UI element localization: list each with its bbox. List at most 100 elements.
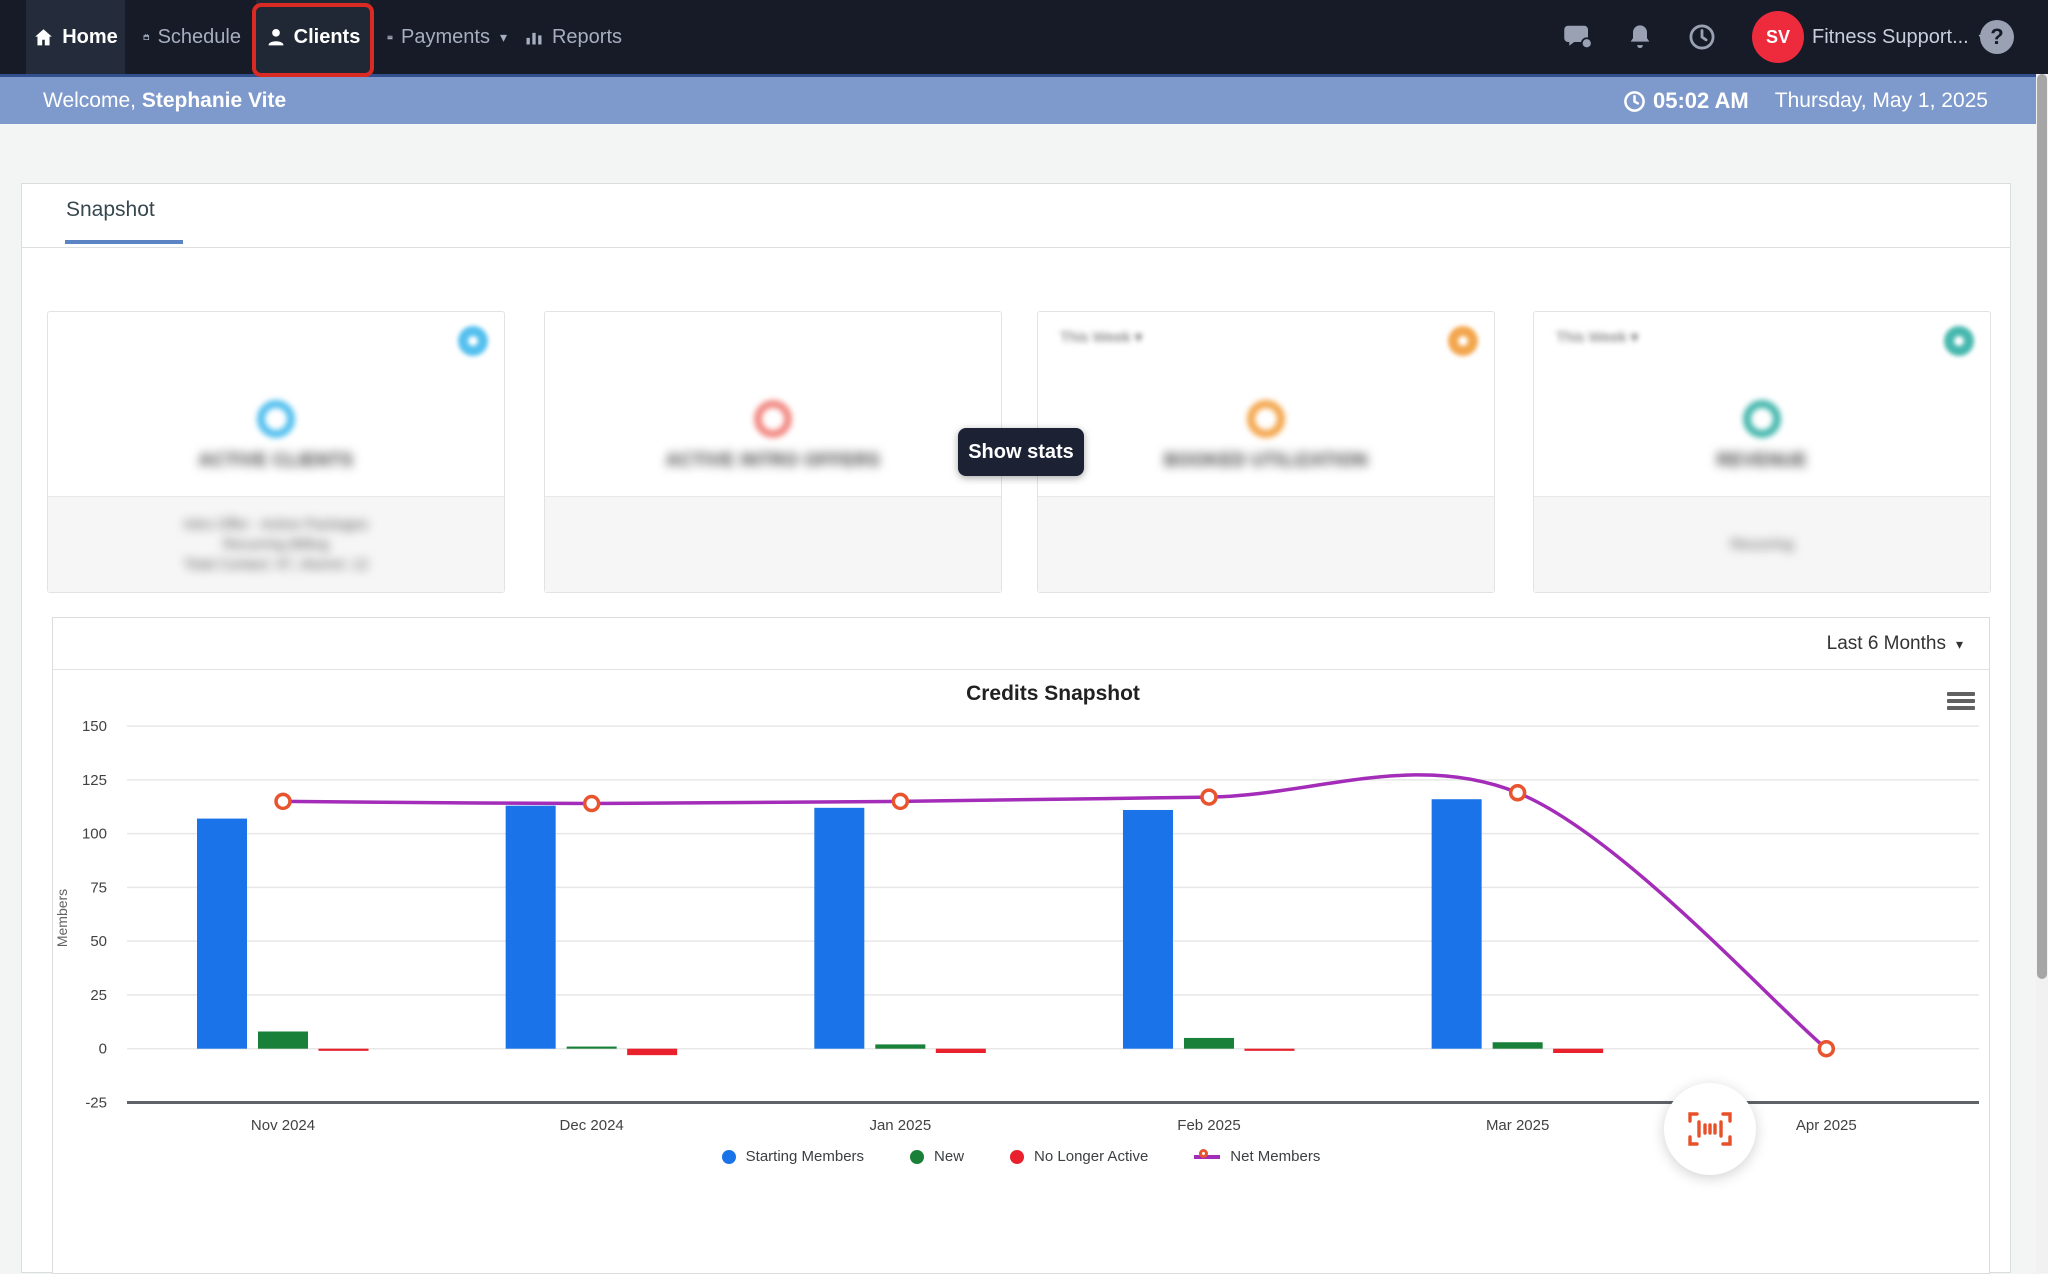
x-tick-label: Jan 2025 — [869, 1117, 931, 1134]
current-date: Thursday, May 1, 2025 — [1774, 89, 1988, 112]
person-icon — [268, 29, 284, 46]
bell-icon — [1630, 25, 1650, 49]
net-members-marker — [891, 792, 910, 811]
floating-brand-widget[interactable] — [1664, 1083, 1756, 1175]
stat-card-title: BOOKED UTILIZATION — [1164, 450, 1368, 470]
donut-indicator — [1247, 400, 1285, 438]
y-tick-label: -25 — [85, 1094, 107, 1111]
period-dropdown[interactable]: This Week ▾ — [1060, 328, 1142, 346]
stat-card-action-icon[interactable] — [458, 326, 488, 356]
donut-indicator — [257, 400, 295, 438]
legend-item-new: New — [910, 1148, 964, 1165]
barcode-scan-icon — [1688, 1112, 1732, 1146]
stat-card-title: ACTIVE CLIENTS — [198, 450, 354, 470]
bar-no-longer-active — [627, 1048, 678, 1056]
bar-no-longer-active — [1553, 1048, 1604, 1054]
bar-starting-members — [505, 805, 556, 1049]
stat-card-action-icon[interactable] — [1448, 326, 1478, 356]
stat-card-footer: Intro Offer - Active Packages Recurring … — [48, 496, 504, 592]
period-dropdown[interactable]: This Week ▾ — [1556, 328, 1638, 346]
active-tab-underline — [65, 240, 183, 244]
stat-card-booked-utilization: This Week ▾ BOOKED UTILIZATION — [1037, 311, 1495, 593]
bar-no-longer-active — [1244, 1048, 1295, 1051]
net-members-marker — [1200, 788, 1218, 806]
welcome-prefix: Welcome, — [43, 89, 136, 112]
footer-line: Recurring Billing — [223, 536, 329, 553]
nav-tab-label: Schedule — [157, 25, 241, 48]
stat-card-footer — [545, 496, 1001, 592]
legend-dot — [910, 1149, 925, 1164]
stat-card-action-icon[interactable] — [1944, 326, 1974, 356]
footer-line: Intro Offer - Active Packages — [183, 516, 369, 533]
show-stats-button[interactable]: Show stats — [958, 428, 1084, 476]
bar-starting-members — [1122, 809, 1173, 1049]
legend-dot — [1010, 1149, 1025, 1164]
bar-new — [1492, 1042, 1543, 1049]
y-tick-label: 150 — [82, 718, 107, 735]
y-tick-label: 75 — [90, 879, 107, 896]
nav-tab-schedule[interactable]: Schedule — [143, 0, 241, 74]
welcome-bar: Welcome, Stephanie Vite 05:02 AM Thursda… — [0, 74, 2036, 124]
footer-line: Recurring — [1730, 536, 1794, 553]
calendar-icon — [143, 33, 150, 41]
bar-no-longer-active — [318, 1048, 369, 1051]
bar-new — [258, 1031, 308, 1049]
nav-tab-label: Payments — [401, 25, 490, 48]
net-members-marker — [1817, 1039, 1836, 1058]
bar-starting-members — [197, 818, 247, 1049]
user-name: Stephanie Vite — [141, 89, 287, 112]
avatar[interactable]: SV — [1752, 11, 1804, 63]
bar-starting-members — [1431, 799, 1482, 1049]
tab-snapshot[interactable]: Snapshot — [66, 198, 155, 222]
account-label: Fitness Support... — [1812, 25, 1969, 48]
stat-card-footer: Recurring — [1534, 496, 1990, 592]
scrollbar-thumb[interactable] — [2037, 74, 2047, 979]
current-time: 05:02 AM — [1623, 88, 1749, 114]
help-icon: ? — [1980, 20, 2014, 54]
nav-tab-label: Home — [62, 25, 118, 48]
net-members-marker — [1508, 784, 1527, 802]
legend-dot — [721, 1149, 736, 1164]
x-tick-label: Dec 2024 — [560, 1117, 624, 1134]
legend-item-no-longer-active: No Longer Active — [1010, 1148, 1148, 1165]
legend-item-net-members: Net Members — [1194, 1148, 1320, 1165]
y-tick-label: 125 — [82, 772, 107, 789]
stat-card-active-intro-offers: ACTIVE INTRO OFFERS — [544, 311, 1002, 593]
clock-icon — [1624, 90, 1645, 112]
net-members-marker — [582, 794, 601, 813]
chat-button[interactable] — [1556, 0, 1600, 74]
bar-chart-icon — [526, 32, 542, 45]
nav-tab-reports[interactable]: Reports — [523, 0, 623, 74]
nav-tab-clients[interactable]: Clients — [256, 0, 370, 74]
account-menu[interactable]: Fitness Support... ▾ — [1812, 0, 1986, 74]
nav-tab-payments[interactable]: Payments ▾ — [387, 0, 507, 74]
x-tick-label: Mar 2025 — [1486, 1117, 1549, 1134]
footer-line: Total Contact: 97, Alumni: 12 — [183, 556, 369, 573]
y-axis-title: Members — [54, 889, 70, 947]
chevron-down-icon: ▾ — [499, 28, 507, 45]
stat-card-active-clients: ACTIVE CLIENTS Intro Offer - Active Pack… — [47, 311, 505, 593]
bar-no-longer-active — [935, 1048, 986, 1054]
clock-icon — [1689, 24, 1715, 50]
stat-card-title: ACTIVE INTRO OFFERS — [665, 450, 881, 470]
history-button[interactable] — [1680, 0, 1724, 74]
credits-snapshot-panel: Last 6 Months ▾ Credits Snapshot 150 125 1… — [52, 617, 1990, 1274]
net-members-marker — [274, 792, 292, 811]
donut-indicator — [754, 400, 792, 438]
nav-tab-home[interactable]: Home — [26, 0, 125, 74]
legend-item-starting-members: Starting Members — [721, 1148, 864, 1165]
credit-card-icon — [387, 35, 393, 39]
range-selector[interactable]: Last 6 Months ▾ — [1827, 618, 1963, 670]
chat-icon — [1564, 25, 1593, 50]
scrollbar-track[interactable] — [2036, 74, 2048, 1273]
y-tick-label: 25 — [90, 987, 107, 1004]
avatar-initials: SV — [1765, 26, 1790, 47]
nav-tab-label: Clients — [293, 25, 361, 48]
notifications-button[interactable] — [1618, 0, 1662, 74]
y-tick-label: 50 — [90, 933, 107, 950]
donut-indicator — [1743, 400, 1781, 438]
stat-card-revenue: This Week ▾ REVENUE Recurring — [1533, 311, 1991, 593]
help-button[interactable]: ? — [1980, 20, 2014, 54]
bar-starting-members — [814, 807, 865, 1049]
bar-new — [875, 1044, 926, 1049]
